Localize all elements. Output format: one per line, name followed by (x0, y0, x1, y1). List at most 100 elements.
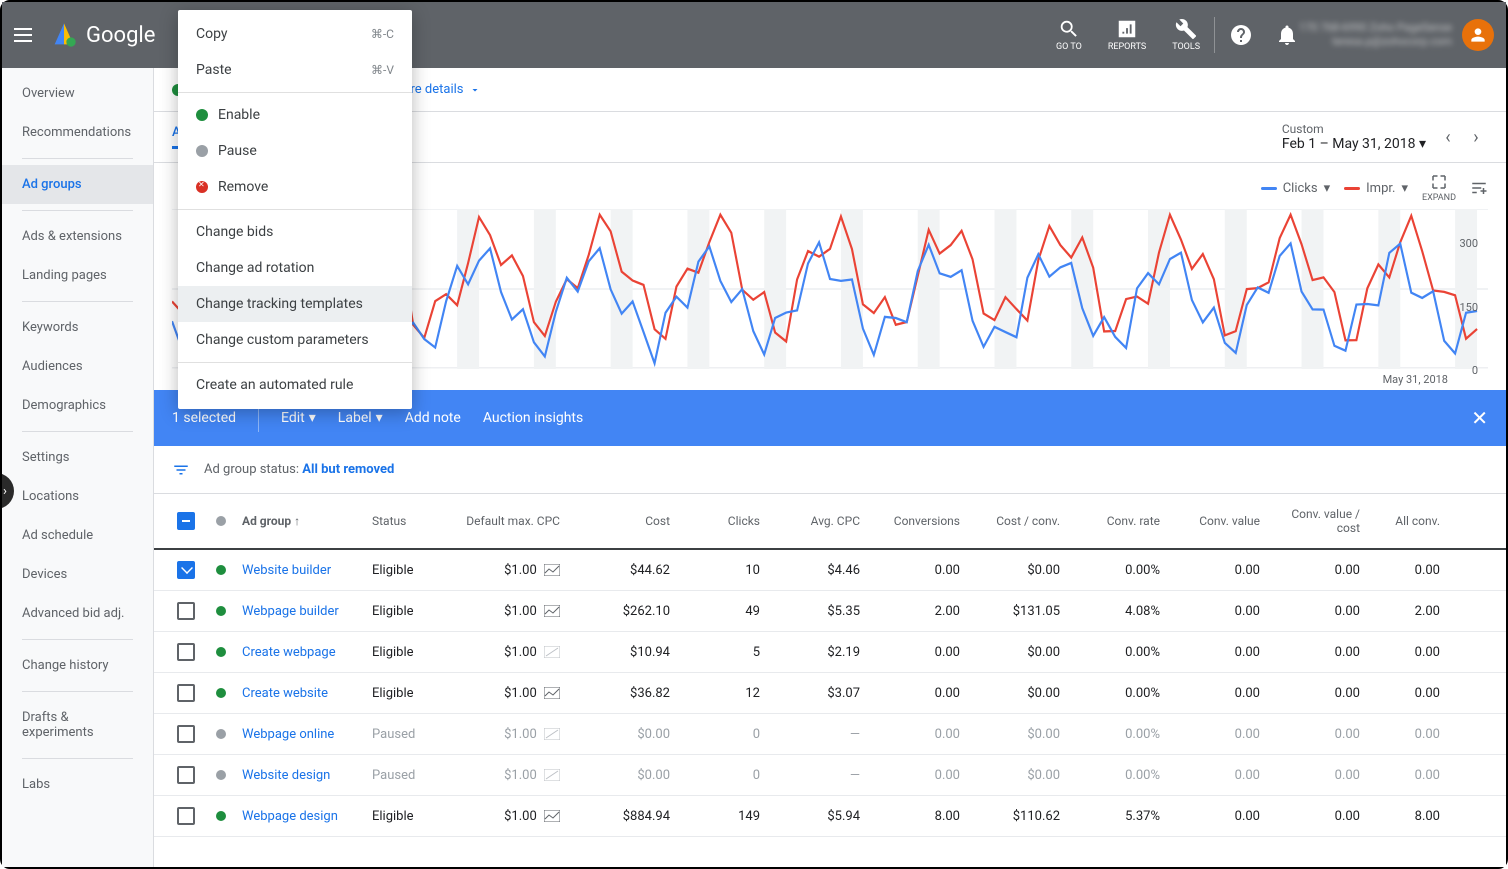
menu-change-ad-rotation[interactable]: Change ad rotation (178, 250, 412, 286)
allconv-cell: 0.00 (1366, 645, 1446, 660)
adgroup-link[interactable]: Webpage design (236, 809, 366, 824)
col-convrate[interactable]: Conv. rate (1066, 514, 1166, 528)
col-convval[interactable]: Conv. value (1166, 514, 1266, 528)
menu-change-tracking-templates[interactable]: Change tracking templates (178, 286, 412, 322)
sidebar-item-ad-schedule[interactable]: Ad schedule (2, 516, 153, 555)
edit-dropdown[interactable]: Edit ▾ (281, 410, 316, 426)
hamburger-icon[interactable] (14, 23, 38, 47)
col-allconv[interactable]: All conv. (1366, 514, 1446, 528)
date-prev-icon[interactable]: ‹ (1436, 125, 1460, 149)
row-checkbox[interactable] (177, 725, 195, 743)
sidebar-item-locations[interactable]: Locations (2, 477, 153, 516)
avgcpc-cell: $4.46 (766, 563, 866, 578)
close-icon[interactable]: ✕ (1471, 406, 1488, 430)
sidebar-item-labs[interactable]: Labs (2, 765, 153, 804)
menu-change-custom-parameters[interactable]: Change custom parameters (178, 322, 412, 358)
status-cell: Paused (366, 727, 456, 742)
expand-chart[interactable]: EXPAND (1422, 173, 1456, 203)
y-tick: 300 (1459, 237, 1478, 250)
row-checkbox[interactable] (177, 561, 195, 579)
auction-insights-button[interactable]: Auction insights (483, 410, 583, 426)
costconv-cell: $110.62 (966, 809, 1066, 824)
filter-chip[interactable]: Ad group status: All but removed (204, 462, 394, 477)
col-status[interactable]: Status (366, 514, 456, 528)
cvcost-cell: 0.00 (1266, 563, 1366, 578)
reports-tool[interactable]: REPORTS (1108, 18, 1146, 52)
sidebar-item-ad-groups[interactable]: Ad groups (2, 165, 153, 204)
legend-impr[interactable]: Impr. ▾ (1344, 181, 1408, 196)
sidebar-item-settings[interactable]: Settings (2, 438, 153, 477)
costconv-cell: $0.00 (966, 645, 1066, 660)
bell-icon[interactable] (1275, 23, 1299, 47)
adjust-icon[interactable] (1470, 179, 1488, 197)
menu-copy[interactable]: Copy⌘-C (178, 16, 412, 52)
sidebar-item-recommendations[interactable]: Recommendations (2, 113, 153, 152)
sidebar-item-devices[interactable]: Devices (2, 555, 153, 594)
left-sidebar: › OverviewRecommendationsAd groupsAds & … (2, 68, 154, 867)
menu-change-bids[interactable]: Change bids (178, 214, 412, 250)
label-dropdown[interactable]: Label ▾ (338, 410, 383, 426)
date-range-picker[interactable]: Custom Feb 1 – May 31, 2018 ▾ ‹ › (1282, 122, 1488, 152)
menu-pause[interactable]: Pause (178, 133, 412, 169)
costconv-cell: $0.00 (966, 686, 1066, 701)
col-cpc[interactable]: Default max. CPC (456, 514, 566, 528)
costconv-cell: $131.05 (966, 604, 1066, 619)
select-all-checkbox[interactable] (177, 512, 195, 530)
goto-tool[interactable]: GO TO (1056, 18, 1082, 52)
cost-cell: $10.94 (566, 645, 676, 660)
sidebar-item-drafts-experiments[interactable]: Drafts & experiments (2, 698, 153, 752)
sidebar-item-audiences[interactable]: Audiences (2, 347, 153, 386)
status-dot-icon (216, 729, 226, 739)
col-clicks[interactable]: Clicks (676, 514, 766, 528)
avatar[interactable] (1462, 19, 1494, 51)
row-checkbox[interactable] (177, 643, 195, 661)
expand-icon (1430, 173, 1448, 191)
date-next-icon[interactable]: › (1464, 125, 1488, 149)
logo[interactable]: Google (50, 21, 155, 49)
allconv-cell: 0.00 (1366, 768, 1446, 783)
tools-tool[interactable]: TOOLS (1172, 18, 1200, 52)
sidebar-item-overview[interactable]: Overview (2, 74, 153, 113)
status-cell: Eligible (366, 645, 456, 660)
sidebar-item-keywords[interactable]: Keywords (2, 308, 153, 347)
search-icon (1058, 18, 1080, 40)
row-checkbox[interactable] (177, 684, 195, 702)
adgroup-link[interactable]: Webpage online (236, 727, 366, 742)
adgroup-link[interactable]: Create webpage (236, 645, 366, 660)
adgroup-link[interactable]: Create website (236, 686, 366, 701)
adgroup-link[interactable]: Website builder (236, 563, 366, 578)
col-costconv[interactable]: Cost / conv. (966, 514, 1066, 528)
help-icon[interactable] (1229, 23, 1253, 47)
sidebar-item-demographics[interactable]: Demographics (2, 386, 153, 425)
clicks-cell: 5 (676, 645, 766, 660)
convval-cell: 0.00 (1166, 604, 1266, 619)
costconv-cell: $0.00 (966, 768, 1066, 783)
row-checkbox[interactable] (177, 766, 195, 784)
col-cvcost[interactable]: Conv. value / cost (1266, 507, 1366, 535)
legend-clicks[interactable]: Clicks ▾ (1261, 181, 1330, 196)
menu-create-automated-rule[interactable]: Create an automated rule (178, 367, 412, 403)
menu-paste[interactable]: Paste⌘-V (178, 52, 412, 88)
sidebar-item-advanced-bid-adj-[interactable]: Advanced bid adj. (2, 594, 153, 633)
adgroup-link[interactable]: Website design (236, 768, 366, 783)
allconv-cell: 0.00 (1366, 563, 1446, 578)
menu-remove[interactable]: Remove (178, 169, 412, 205)
cvcost-cell: 0.00 (1266, 686, 1366, 701)
col-cost[interactable]: Cost (566, 514, 676, 528)
col-conv[interactable]: Conversions (866, 514, 966, 528)
adgroup-link[interactable]: Webpage builder (236, 604, 366, 619)
status-column-dot-icon[interactable] (216, 516, 226, 526)
convval-cell: 0.00 (1166, 645, 1266, 660)
row-checkbox[interactable] (177, 807, 195, 825)
selection-count: 1 selected (172, 410, 236, 426)
filter-icon[interactable] (172, 461, 190, 479)
col-avgcpc[interactable]: Avg. CPC (766, 514, 866, 528)
add-note-button[interactable]: Add note (405, 410, 461, 426)
sidebar-item-change-history[interactable]: Change history (2, 646, 153, 685)
clicks-cell: 49 (676, 604, 766, 619)
sidebar-item-ads-extensions[interactable]: Ads & extensions (2, 217, 153, 256)
menu-enable[interactable]: Enable (178, 97, 412, 133)
row-checkbox[interactable] (177, 602, 195, 620)
col-adgroup[interactable]: Ad group (242, 514, 291, 528)
sidebar-item-landing-pages[interactable]: Landing pages (2, 256, 153, 295)
